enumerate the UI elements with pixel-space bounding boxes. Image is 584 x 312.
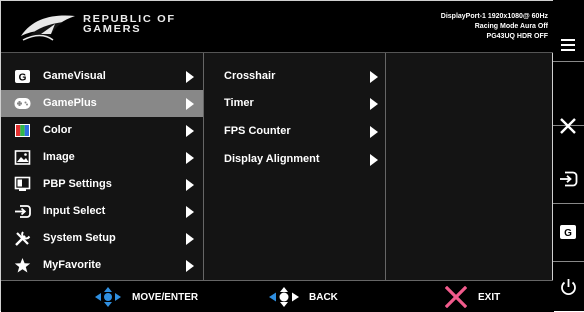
chevron-right-icon bbox=[186, 152, 194, 164]
close-icon bbox=[445, 286, 467, 308]
brand-line-2: GAMERS bbox=[83, 24, 142, 35]
svg-text:G: G bbox=[19, 73, 27, 84]
menu-item-label: Image bbox=[43, 151, 75, 163]
input-key[interactable] bbox=[553, 126, 584, 204]
gamevisual-icon: G bbox=[15, 70, 30, 84]
exit-hint[interactable]: EXIT bbox=[445, 286, 515, 308]
move-enter-hint[interactable]: MOVE/ENTER bbox=[95, 287, 225, 307]
submenu-item-timer[interactable]: Timer bbox=[204, 90, 385, 117]
color-icon bbox=[15, 124, 30, 137]
back-hint[interactable]: BACK bbox=[269, 287, 349, 307]
chevron-right-icon bbox=[186, 260, 194, 272]
chevron-right-icon bbox=[186, 206, 194, 218]
submenu-item-fps-counter[interactable]: FPS Counter bbox=[204, 118, 385, 145]
menu-item-pbp-settings[interactable]: PBP Settings bbox=[1, 171, 203, 198]
menu-item-label: MyFavorite bbox=[43, 259, 102, 271]
chevron-right-icon bbox=[370, 71, 378, 83]
menu-item-gamevisual[interactable]: G GameVisual bbox=[1, 63, 203, 90]
rog-logo-icon bbox=[21, 15, 75, 41]
power-icon bbox=[561, 279, 576, 296]
back-dpad-icon bbox=[269, 287, 299, 307]
header: REPUBLIC OF GAMERS DisplayPort-1 1920x10… bbox=[1, 1, 554, 53]
menu-item-label: System Setup bbox=[43, 232, 116, 244]
power-key[interactable] bbox=[553, 262, 584, 311]
status-line-1: DisplayPort-1 1920x1080@ 60Hz bbox=[440, 13, 548, 20]
chevron-right-icon bbox=[186, 71, 194, 83]
star-icon bbox=[14, 258, 31, 273]
menu-icon bbox=[561, 39, 575, 51]
exit-label: EXIT bbox=[478, 292, 501, 303]
menu-item-myfavorite[interactable]: MyFavorite bbox=[1, 252, 203, 279]
chevron-right-icon bbox=[370, 154, 378, 166]
input-select-icon bbox=[15, 205, 31, 218]
menu-item-system-setup[interactable]: System Setup bbox=[1, 225, 203, 252]
submenu: Crosshair Timer FPS Counter Display Alig… bbox=[204, 53, 386, 280]
status-line-3: PG43UQ HDR OFF bbox=[486, 33, 548, 40]
submenu-item-label: Timer bbox=[224, 97, 254, 109]
menu-item-input-select[interactable]: Input Select bbox=[1, 198, 203, 225]
status-line-2: Racing Mode Aura Off bbox=[474, 23, 548, 30]
chevron-right-icon bbox=[370, 126, 378, 138]
footer-hints: MOVE/ENTER BACK EXIT bbox=[1, 280, 554, 312]
submenu-item-crosshair[interactable]: Crosshair bbox=[204, 63, 385, 90]
signal-status: DisplayPort-1 1920x1080@ 60Hz Racing Mod… bbox=[441, 12, 548, 42]
chevron-right-icon bbox=[186, 125, 194, 137]
menu-item-label: Color bbox=[43, 124, 72, 136]
submenu-item-display-alignment[interactable]: Display Alignment bbox=[204, 146, 385, 173]
pbp-settings-icon bbox=[14, 176, 31, 191]
options-panel bbox=[386, 53, 554, 280]
hotkey-bar: G bbox=[553, 0, 584, 311]
brand-wordmark: REPUBLIC OF GAMERS bbox=[83, 15, 176, 35]
menu-item-gameplus[interactable]: GamePlus bbox=[1, 90, 203, 117]
input-icon bbox=[560, 171, 578, 187]
osd-menu: REPUBLIC OF GAMERS DisplayPort-1 1920x10… bbox=[0, 0, 554, 312]
chevron-right-icon bbox=[186, 179, 194, 191]
chevron-right-icon bbox=[370, 98, 378, 110]
submenu-item-label: Display Alignment bbox=[224, 153, 320, 165]
image-icon bbox=[14, 150, 31, 165]
menu-item-label: PBP Settings bbox=[43, 178, 112, 190]
submenu-item-label: Crosshair bbox=[224, 70, 276, 82]
menu-item-label: Input Select bbox=[43, 205, 106, 217]
gamevisual-key-icon: G bbox=[560, 225, 576, 239]
dpad-icon bbox=[95, 287, 121, 307]
back-label: BACK bbox=[309, 292, 338, 303]
gameplus-icon bbox=[14, 98, 31, 109]
menu-item-label: GameVisual bbox=[43, 70, 106, 82]
menu-item-color[interactable]: Color bbox=[1, 117, 203, 144]
chevron-right-icon bbox=[186, 233, 194, 245]
close-key[interactable] bbox=[553, 62, 584, 134]
main-menu: G GameVisual GamePlus Color Image PBP Se… bbox=[1, 53, 204, 280]
svg-text:G: G bbox=[564, 228, 572, 239]
gamevisual-key[interactable]: G bbox=[553, 204, 584, 262]
chevron-right-icon bbox=[186, 98, 194, 110]
menu-item-label: GamePlus bbox=[43, 97, 97, 109]
move-enter-label: MOVE/ENTER bbox=[132, 292, 199, 303]
system-setup-icon bbox=[15, 231, 31, 246]
menu-item-image[interactable]: Image bbox=[1, 144, 203, 171]
menu-key[interactable] bbox=[553, 0, 584, 62]
submenu-item-label: FPS Counter bbox=[224, 125, 291, 137]
